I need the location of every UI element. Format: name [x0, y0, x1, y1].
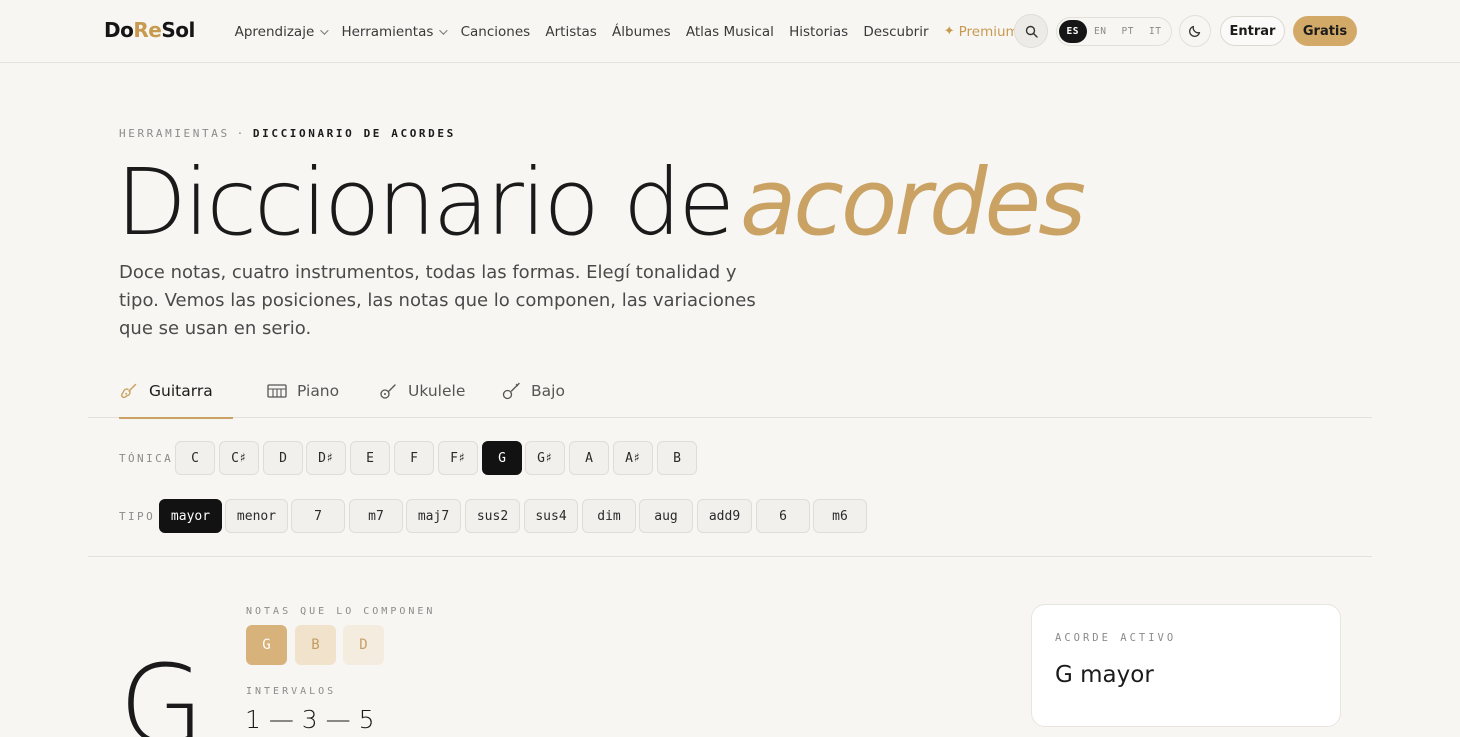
type-option-mayor[interactable]: mayor: [159, 499, 222, 533]
premium-label: Premium: [958, 23, 1019, 40]
top-navbar: DoReSol Aprendizaje Herramientas Cancion…: [0, 0, 1460, 63]
page-title: Diccionario deacordes: [116, 148, 1086, 258]
note-chip-fifth: D: [343, 625, 384, 665]
type-option-6[interactable]: 6: [756, 499, 810, 533]
tab-label: Ukulele: [408, 381, 466, 400]
tab-guitarra[interactable]: Guitarra: [119, 363, 233, 419]
tonic-option-d-sharp[interactable]: D♯: [306, 441, 346, 475]
instrument-tabs: Guitarra Piano Ukulele Bajo: [88, 363, 1372, 419]
chevron-down-icon: [439, 25, 449, 35]
type-option-m7[interactable]: m7: [349, 499, 403, 533]
tab-piano[interactable]: Piano: [267, 363, 339, 418]
breadcrumb-parent[interactable]: HERRAMIENTAS: [119, 127, 230, 140]
bass-icon: [501, 381, 521, 401]
section-divider: [88, 556, 1372, 557]
type-option-aug[interactable]: aug: [639, 499, 693, 533]
tonic-option-f-sharp[interactable]: F♯: [438, 441, 478, 475]
search-icon: [1025, 25, 1038, 38]
chevron-down-icon: [320, 25, 329, 35]
active-chord-card: ACORDE ACTIVO G mayor: [1031, 604, 1341, 727]
chord-root-display: G: [119, 641, 205, 737]
nav-label: Herramientas: [341, 23, 434, 40]
intervals-label: INTERVALOS: [246, 686, 337, 697]
lang-it[interactable]: IT: [1142, 20, 1170, 43]
moon-icon: [1189, 25, 1201, 37]
tonic-option-c[interactable]: C: [175, 441, 215, 475]
type-option-sus2[interactable]: sus2: [465, 499, 520, 533]
tab-ukulele[interactable]: Ukulele: [378, 363, 465, 418]
lang-pt[interactable]: PT: [1114, 20, 1142, 43]
nav-item-herramientas[interactable]: Herramientas: [334, 24, 453, 40]
tab-label: Piano: [297, 381, 340, 400]
tab-label: Guitarra: [149, 381, 213, 400]
ukulele-icon: [378, 381, 398, 401]
lang-es[interactable]: ES: [1059, 20, 1087, 43]
guitar-icon: [119, 381, 139, 401]
main-nav: Aprendizaje Herramientas Canciones Artis…: [227, 0, 1026, 63]
type-option-sus4[interactable]: sus4: [524, 499, 578, 533]
lang-en[interactable]: EN: [1087, 20, 1115, 43]
nav-item-artistas[interactable]: Artistas: [538, 24, 605, 40]
note-chip-third: B: [295, 625, 336, 665]
type-option-add9[interactable]: add9: [697, 499, 752, 533]
piano-icon: [267, 383, 287, 399]
search-button[interactable]: [1014, 14, 1048, 48]
nav-label: Aprendizaje: [234, 23, 315, 40]
title-accent: acordes: [740, 149, 1086, 256]
active-chord-label: ACORDE ACTIVO: [1055, 632, 1177, 644]
type-option-7[interactable]: 7: [291, 499, 345, 533]
tab-bajo[interactable]: Bajo: [501, 363, 565, 418]
sparkle-icon: ✦: [943, 24, 955, 39]
note-chip-root: G: [246, 625, 287, 665]
type-option-maj7[interactable]: maj7: [406, 499, 461, 533]
tonic-option-g[interactable]: G: [482, 441, 522, 475]
theme-toggle-button[interactable]: [1179, 15, 1211, 47]
tonic-option-b[interactable]: B: [657, 441, 697, 475]
tonic-label: TÓNICA: [119, 452, 174, 465]
tonic-option-d[interactable]: D: [263, 441, 303, 475]
nav-item-historias[interactable]: Historias: [782, 24, 856, 40]
breadcrumb: HERRAMIENTAS · DICCIONARIO DE ACORDES: [119, 127, 456, 140]
language-switcher: ES EN PT IT: [1056, 17, 1172, 46]
tonic-option-c-sharp[interactable]: C♯: [219, 441, 259, 475]
nav-item-aprendizaje[interactable]: Aprendizaje: [227, 24, 334, 40]
active-chord-value: G mayor: [1055, 662, 1154, 688]
nav-item-descubrir[interactable]: Descubrir: [856, 24, 936, 40]
tonic-option-e[interactable]: E: [350, 441, 390, 475]
type-option-dim[interactable]: dim: [582, 499, 636, 533]
nav-item-canciones[interactable]: Canciones: [453, 24, 538, 40]
type-option-m6[interactable]: m6: [813, 499, 867, 533]
intro-text: Doce notas, cuatro instrumentos, todas l…: [119, 262, 756, 339]
tonic-option-a-sharp[interactable]: A♯: [613, 441, 653, 475]
breadcrumb-separator: ·: [236, 127, 246, 140]
type-label: TIPO: [119, 510, 156, 523]
nav-item-albumes[interactable]: Álbumes: [604, 24, 678, 40]
tonic-option-g-sharp[interactable]: G♯: [525, 441, 565, 475]
intervals-value: 1 — 3 — 5: [245, 705, 375, 734]
login-button[interactable]: Entrar: [1220, 16, 1285, 46]
tab-label: Bajo: [531, 381, 565, 400]
notes-label: NOTAS QUE LO COMPONEN: [246, 606, 436, 617]
nav-item-premium[interactable]: ✦ Premium: [936, 24, 1026, 40]
title-plain: Diccionario de: [116, 149, 735, 256]
logo[interactable]: DoReSol: [104, 18, 195, 42]
breadcrumb-current: DICCIONARIO DE ACORDES: [252, 127, 456, 140]
nav-item-atlas-musical[interactable]: Atlas Musical: [678, 24, 781, 40]
tonic-option-f[interactable]: F: [394, 441, 434, 475]
tonic-option-a[interactable]: A: [569, 441, 609, 475]
type-option-menor[interactable]: menor: [225, 499, 288, 533]
signup-free-button[interactable]: Gratis: [1293, 16, 1357, 46]
